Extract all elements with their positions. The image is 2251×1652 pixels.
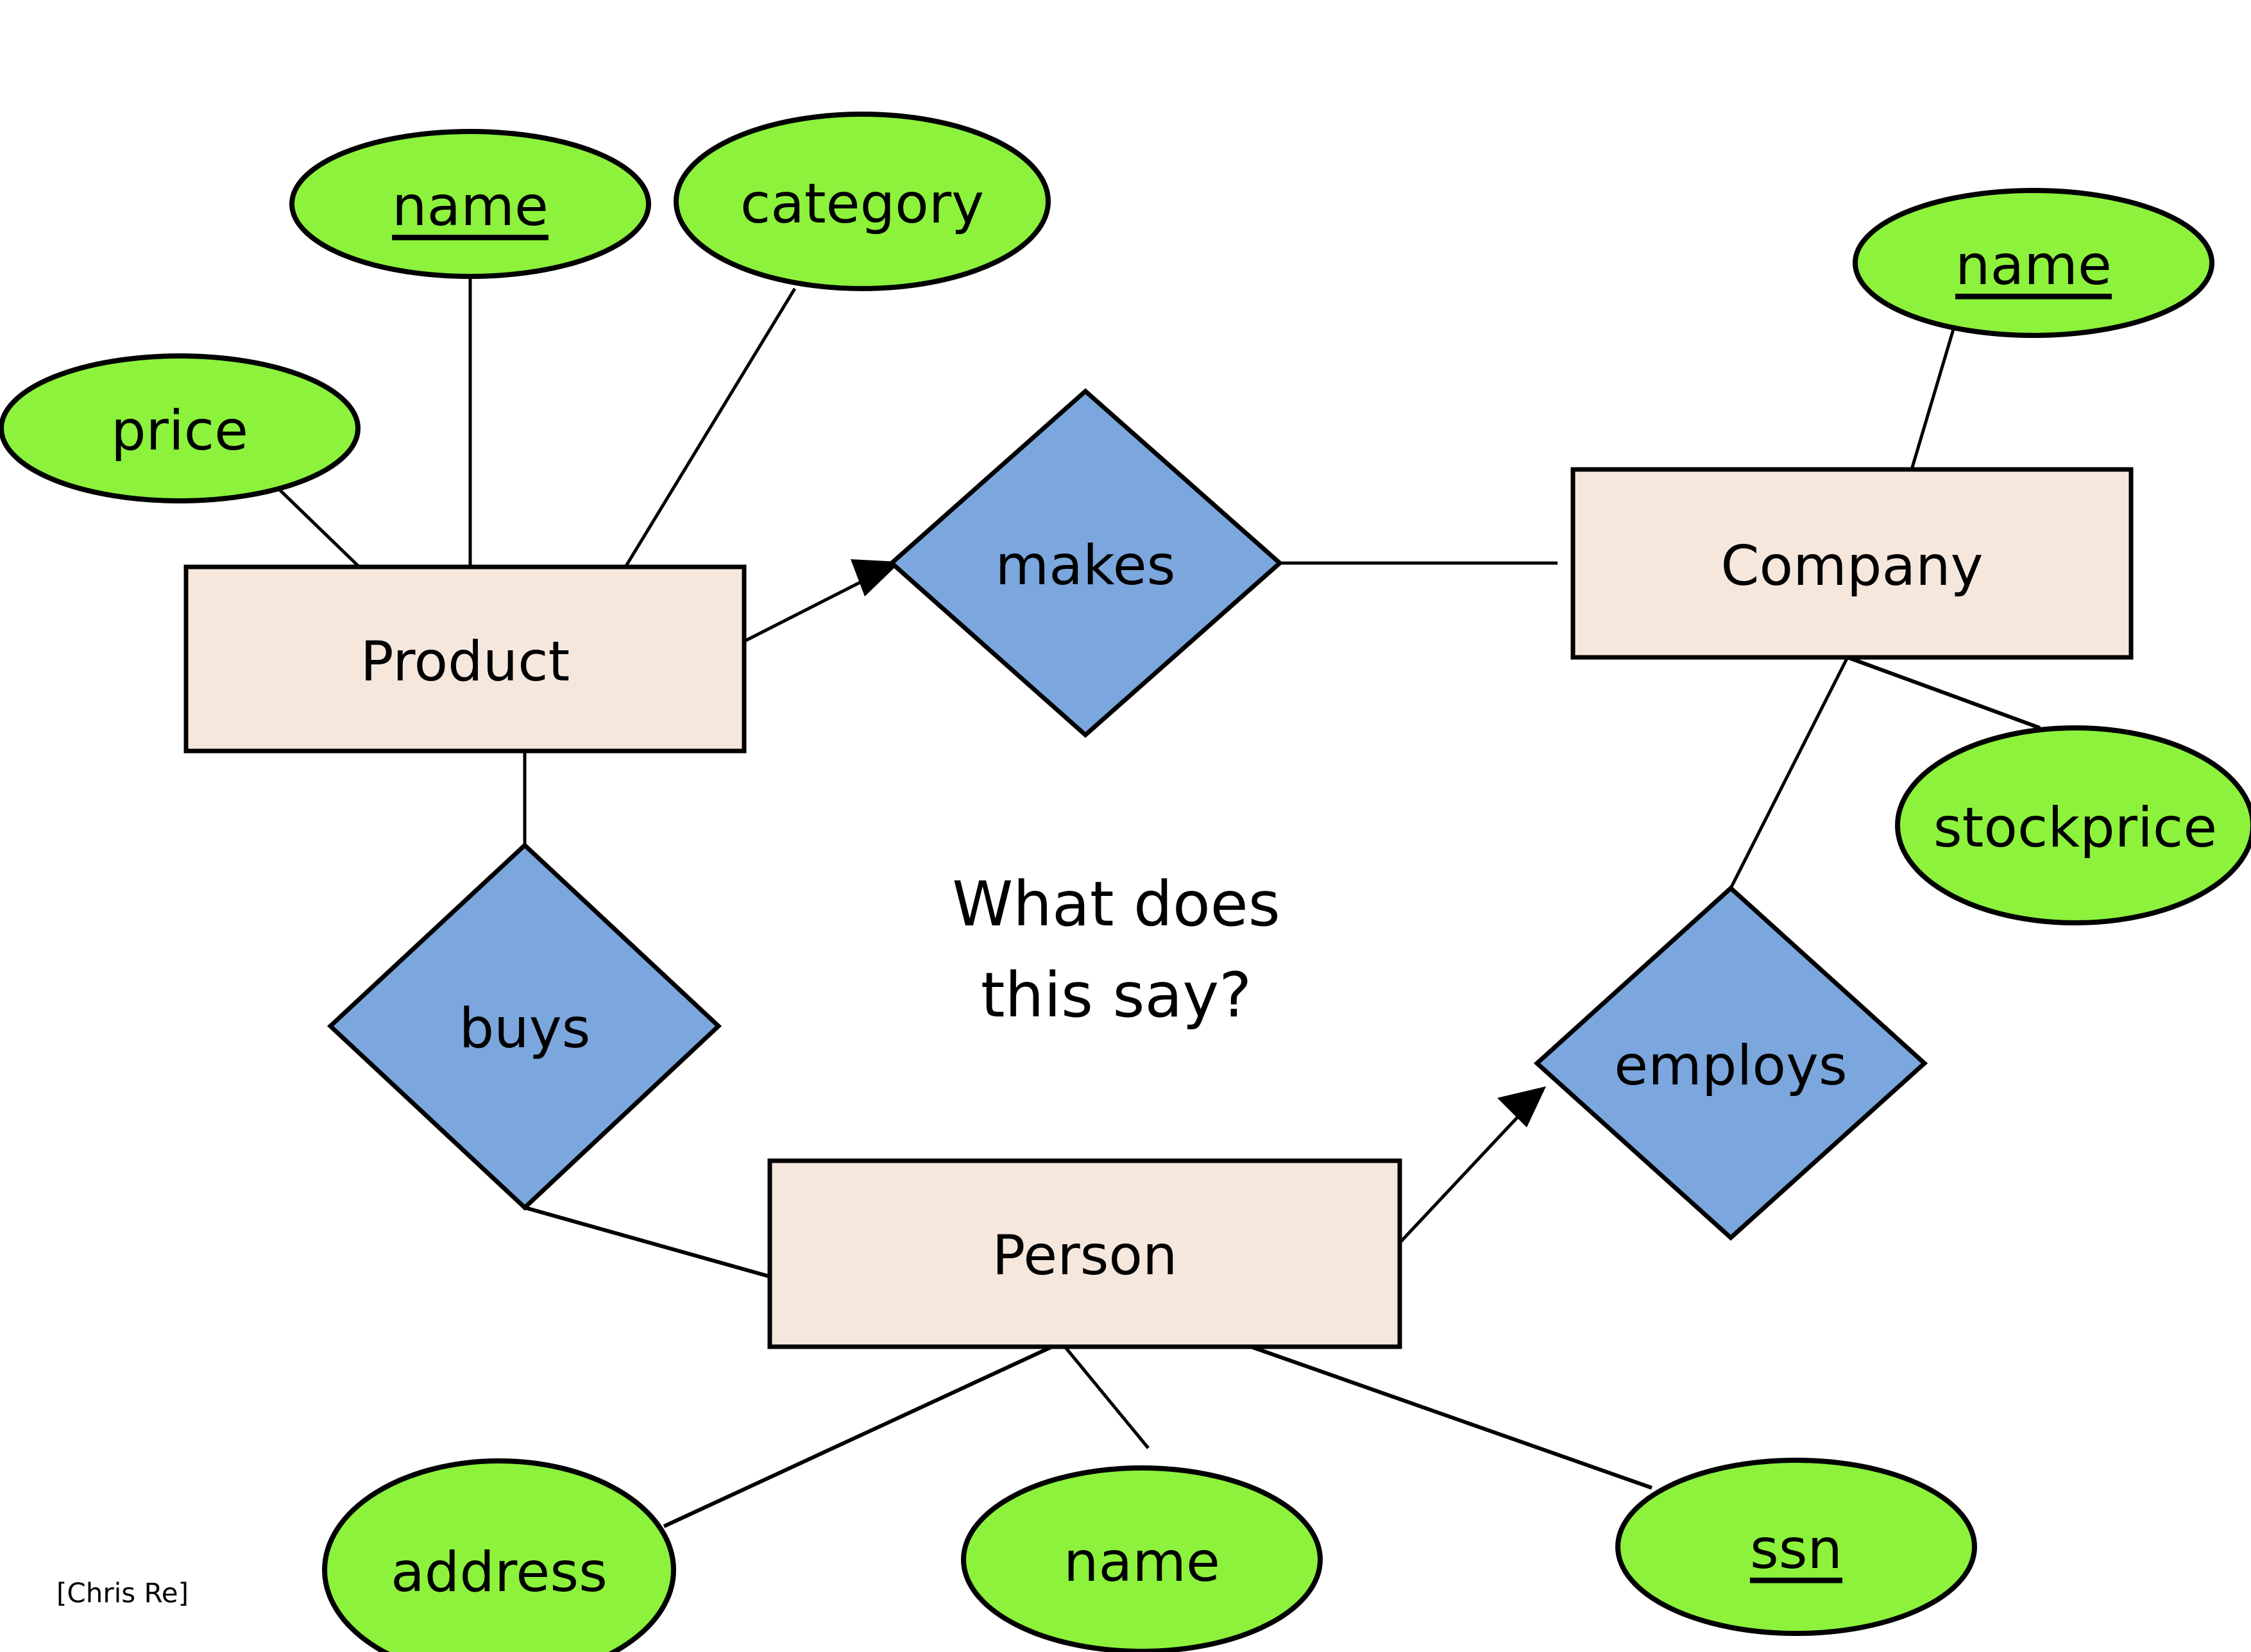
- attribute-ssn-label: ssn: [1750, 1517, 1842, 1581]
- attribute-company-name[interactable]: name: [1853, 188, 2214, 338]
- er-diagram-canvas: price name category name stockprice addr…: [0, 0, 2251, 1652]
- edge-company-stockprice: [1846, 655, 2041, 730]
- entity-person[interactable]: Person: [767, 1158, 1402, 1349]
- entity-company[interactable]: Company: [1570, 467, 2134, 660]
- attribute-price-label: price: [111, 399, 248, 463]
- attribute-person-name-label: name: [1064, 1530, 1220, 1594]
- attribute-address-label: address: [391, 1540, 607, 1605]
- attribute-product-name[interactable]: name: [289, 129, 651, 279]
- attribute-stockprice[interactable]: stockprice: [1895, 725, 2251, 925]
- edge-buys-person: [524, 1206, 769, 1278]
- entity-company-label: Company: [1720, 534, 1983, 598]
- relationship-employs-label: employs: [1614, 1034, 1847, 1098]
- entity-product-label: Product: [361, 630, 570, 694]
- arrowhead-person-employs: [1497, 1086, 1546, 1127]
- relationship-employs[interactable]: employs: [1533, 885, 1928, 1241]
- attribute-ssn[interactable]: ssn: [1615, 1458, 1977, 1636]
- edge-company-employs: [1729, 656, 1849, 889]
- relationship-buys[interactable]: buys: [327, 842, 722, 1211]
- edge-name-company: [1910, 307, 1962, 470]
- entity-person-label: Person: [992, 1224, 1178, 1288]
- edge-person-ssn: [1250, 1345, 1652, 1490]
- edge-person-address: [663, 1345, 1053, 1528]
- relationship-makes[interactable]: makes: [888, 388, 1284, 738]
- attribute-company-name-label: name: [1955, 233, 2112, 298]
- attribute-category[interactable]: category: [674, 112, 1051, 291]
- attribute-price[interactable]: price: [0, 353, 361, 503]
- relationship-makes-label: makes: [996, 534, 1176, 598]
- attribute-stockprice-label: stockprice: [1933, 796, 2217, 860]
- note-line-1: What does: [952, 868, 1280, 940]
- attribute-category-label: category: [740, 172, 984, 236]
- attribute-person-name[interactable]: name: [961, 1465, 1323, 1652]
- note-line-2: this say?: [981, 959, 1252, 1031]
- attribute-address[interactable]: address: [322, 1458, 676, 1652]
- edge-category-product: [624, 287, 797, 568]
- edge-person-name: [1064, 1345, 1150, 1449]
- relationship-buys-label: buys: [459, 997, 591, 1061]
- er-diagram-svg: price name category name stockprice addr…: [0, 112, 2251, 1652]
- credit-label: [Chris Re]: [56, 1578, 189, 1609]
- entity-product[interactable]: Product: [183, 564, 747, 754]
- edge-price-product: [276, 486, 361, 568]
- attribute-product-name-label: name: [392, 174, 548, 239]
